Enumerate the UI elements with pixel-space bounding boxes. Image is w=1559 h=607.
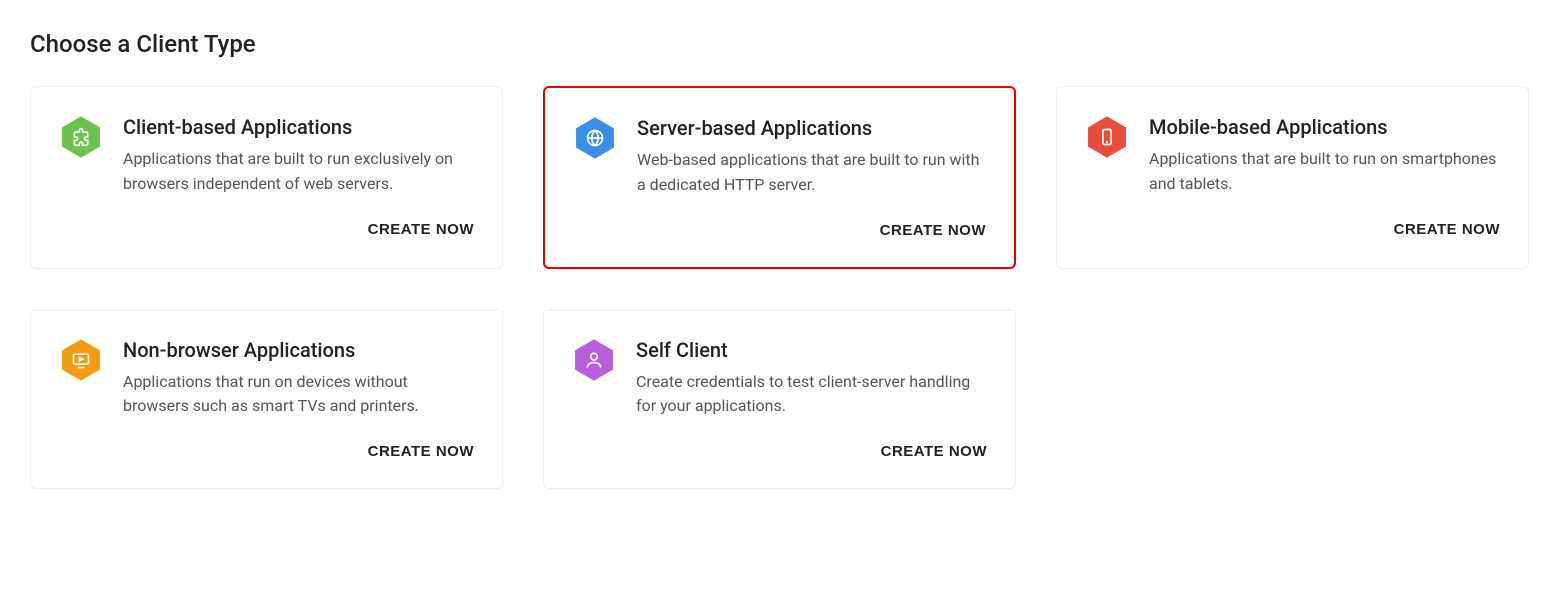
card-desc-self-client: Create credentials to test client-server…: [636, 370, 987, 420]
globe-icon: [573, 116, 617, 160]
card-desc-mobile-based: Applications that are built to run on sm…: [1149, 147, 1500, 197]
puzzle-icon: [59, 115, 103, 159]
card-title-non-browser: Non-browser Applications: [123, 338, 474, 362]
tv-icon: [59, 338, 103, 382]
create-now-self-client[interactable]: CREATE NOW: [881, 439, 987, 464]
page-title: Choose a Client Type: [30, 30, 1529, 58]
card-title-client-based: Client-based Applications: [123, 115, 474, 139]
create-now-client-based[interactable]: CREATE NOW: [368, 217, 474, 242]
card-mobile-based[interactable]: Mobile-based Applications Applications t…: [1056, 86, 1529, 269]
card-title-server-based: Server-based Applications: [637, 116, 986, 140]
card-desc-client-based: Applications that are built to run exclu…: [123, 147, 474, 197]
client-type-grid: Client-based Applications Applications t…: [30, 86, 1529, 489]
card-desc-non-browser: Applications that run on devices without…: [123, 370, 474, 420]
card-self-client[interactable]: Self Client Create credentials to test c…: [543, 309, 1016, 490]
person-icon: [572, 338, 616, 382]
card-desc-server-based: Web-based applications that are built to…: [637, 148, 986, 198]
card-client-based[interactable]: Client-based Applications Applications t…: [30, 86, 503, 269]
create-now-non-browser[interactable]: CREATE NOW: [368, 439, 474, 464]
card-title-self-client: Self Client: [636, 338, 987, 362]
create-now-server-based[interactable]: CREATE NOW: [880, 218, 986, 243]
card-server-based[interactable]: Server-based Applications Web-based appl…: [543, 86, 1016, 269]
card-title-mobile-based: Mobile-based Applications: [1149, 115, 1500, 139]
mobile-icon: [1085, 115, 1129, 159]
create-now-mobile-based[interactable]: CREATE NOW: [1394, 217, 1500, 242]
card-non-browser[interactable]: Non-browser Applications Applications th…: [30, 309, 503, 490]
